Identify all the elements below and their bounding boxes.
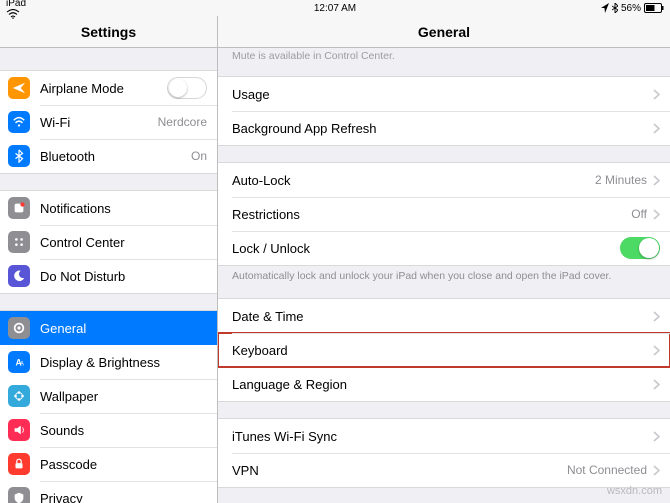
notifications-label: Notifications [40, 201, 207, 216]
control-center-label: Control Center [40, 235, 207, 250]
display-icon: AA [8, 351, 30, 373]
status-bar: iPad 12:07 AM 56% [0, 0, 670, 16]
sidebar-item-general[interactable]: General [0, 311, 217, 345]
itunes-sync-label: iTunes Wi-Fi Sync [232, 429, 653, 444]
battery-percent: 56% [621, 3, 641, 14]
chevron-right-icon [653, 345, 660, 356]
chevron-right-icon [653, 311, 660, 322]
detail-group-usage: Usage Background App Refresh [218, 76, 670, 146]
bluetooth-label: Bluetooth [40, 149, 191, 164]
chevron-right-icon [653, 123, 660, 134]
row-lock-unlock[interactable]: Lock / Unlock [218, 231, 670, 265]
sidebar-item-privacy[interactable]: Privacy [0, 481, 217, 503]
sidebar-item-airplane[interactable]: Airplane Mode [0, 71, 217, 105]
chevron-right-icon [653, 431, 660, 442]
chevron-right-icon [653, 465, 660, 476]
date-time-label: Date & Time [232, 309, 653, 324]
bluetooth-icon [8, 145, 30, 167]
restrictions-label: Restrictions [232, 207, 631, 222]
row-usage[interactable]: Usage [218, 77, 670, 111]
location-icon [601, 3, 609, 13]
vpn-label: VPN [232, 463, 567, 478]
vpn-value: Not Connected [567, 463, 647, 477]
sounds-label: Sounds [40, 423, 207, 438]
detail-group-international: Date & Time Keyboard Language & Region [218, 298, 670, 402]
lock-note: Automatically lock and unlock your iPad … [218, 266, 670, 282]
watermark: wsxdn.com [607, 485, 662, 497]
language-region-label: Language & Region [232, 377, 653, 392]
restrictions-value: Off [631, 207, 647, 221]
sidebar-item-dnd[interactable]: Do Not Disturb [0, 259, 217, 293]
clock: 12:07 AM [314, 3, 356, 14]
chevron-right-icon [653, 209, 660, 220]
sidebar-item-notifications[interactable]: Notifications [0, 191, 217, 225]
airplane-label: Airplane Mode [40, 81, 167, 96]
wifi-icon [8, 111, 30, 133]
sidebar-group-network: Airplane Mode Wi-Fi Nerdcore Bluetooth O… [0, 70, 217, 174]
detail-title: General [218, 16, 670, 47]
sidebar-item-wifi[interactable]: Wi-Fi Nerdcore [0, 105, 217, 139]
wifi-value: Nerdcore [158, 115, 207, 129]
dnd-icon [8, 265, 30, 287]
row-itunes-sync[interactable]: iTunes Wi-Fi Sync [218, 419, 670, 453]
passcode-label: Passcode [40, 457, 207, 472]
row-date-time[interactable]: Date & Time [218, 299, 670, 333]
autolock-value: 2 Minutes [595, 173, 647, 187]
battery-icon [644, 3, 664, 13]
svg-text:A: A [20, 361, 25, 368]
sidebar-item-control-center[interactable]: Control Center [0, 225, 217, 259]
sounds-icon [8, 419, 30, 441]
bluetooth-value: On [191, 149, 207, 163]
lock-unlock-label: Lock / Unlock [232, 241, 620, 256]
wallpaper-label: Wallpaper [40, 389, 207, 404]
sidebar-item-display[interactable]: AA Display & Brightness [0, 345, 217, 379]
row-bg-refresh[interactable]: Background App Refresh [218, 111, 670, 145]
control-center-icon [8, 231, 30, 253]
airplane-switch[interactable] [167, 77, 207, 99]
status-right: 56% [601, 3, 664, 14]
sidebar-item-wallpaper[interactable]: Wallpaper [0, 379, 217, 413]
dnd-label: Do Not Disturb [40, 269, 207, 284]
chevron-right-icon [653, 379, 660, 390]
passcode-icon [8, 453, 30, 475]
sidebar[interactable]: Airplane Mode Wi-Fi Nerdcore Bluetooth O… [0, 48, 218, 503]
detail-pane[interactable]: Mute is available in Control Center. Usa… [218, 48, 670, 503]
lock-unlock-switch[interactable] [620, 237, 660, 259]
airplane-icon [8, 77, 30, 99]
chevron-right-icon [653, 175, 660, 186]
sidebar-item-bluetooth[interactable]: Bluetooth On [0, 139, 217, 173]
row-restrictions[interactable]: Restrictions Off [218, 197, 670, 231]
sidebar-item-passcode[interactable]: Passcode [0, 447, 217, 481]
sidebar-group-general: General AA Display & Brightness Wallpape… [0, 310, 217, 503]
row-autolock[interactable]: Auto-Lock 2 Minutes [218, 163, 670, 197]
sidebar-group-alerts: Notifications Control Center Do Not Dist… [0, 190, 217, 294]
usage-label: Usage [232, 87, 653, 102]
sidebar-item-sounds[interactable]: Sounds [0, 413, 217, 447]
row-language-region[interactable]: Language & Region [218, 367, 670, 401]
gear-icon [8, 317, 30, 339]
wifi-label: Wi-Fi [40, 115, 158, 130]
sidebar-title: Settings [0, 16, 218, 47]
detail-group-lock: Auto-Lock 2 Minutes Restrictions Off Loc… [218, 162, 670, 266]
mute-note: Mute is available in Control Center. [218, 48, 670, 62]
bluetooth-icon [612, 3, 618, 13]
row-keyboard[interactable]: Keyboard [218, 333, 670, 367]
general-label: General [40, 321, 207, 336]
notifications-icon [8, 197, 30, 219]
display-label: Display & Brightness [40, 355, 207, 370]
keyboard-label: Keyboard [232, 343, 653, 358]
wallpaper-icon [8, 385, 30, 407]
chevron-right-icon [653, 89, 660, 100]
header-bar: Settings General [0, 16, 670, 48]
device-name: iPad [6, 0, 26, 9]
detail-group-sync: iTunes Wi-Fi Sync VPN Not Connected [218, 418, 670, 488]
row-vpn[interactable]: VPN Not Connected [218, 453, 670, 487]
privacy-label: Privacy [40, 491, 207, 503]
bg-refresh-label: Background App Refresh [232, 121, 653, 136]
autolock-label: Auto-Lock [232, 173, 595, 188]
privacy-icon [8, 487, 30, 503]
